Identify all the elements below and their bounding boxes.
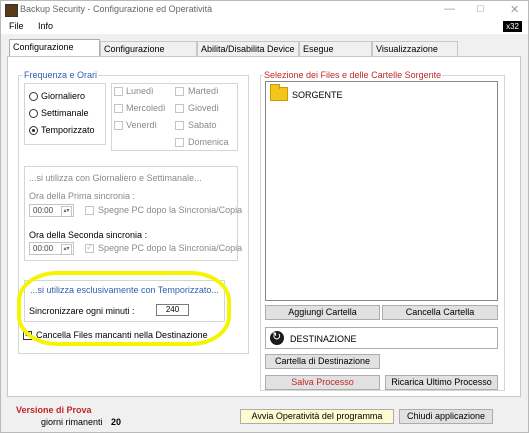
cancella-cartella-button[interactable]: Cancella Cartella [382,305,498,320]
aggiungi-cartella-button[interactable]: Aggiungi Cartella [265,305,380,320]
close-icon[interactable]: ✕ [510,3,519,16]
seconda-sincronia-label: Ora della Seconda sincronia : [29,230,148,240]
minimize-icon[interactable]: — [444,3,455,15]
sorgente-label: SORGENTE [292,90,343,100]
spinner-arrows-icon[interactable]: ▴▾ [61,244,72,255]
radio-settimanale[interactable] [29,109,38,118]
title-bar: Backup Security - Configurazione ed Oper… [1,1,528,19]
radio-temporizzato[interactable] [29,126,38,135]
frequenza-title: Frequenza e Orari [23,70,99,80]
tab-configurazione-copie[interactable]: Configurazione Copie [9,39,100,67]
cartella-destinazione-button[interactable]: Cartella di Destinazione [265,354,380,369]
destinazione-label: DESTINAZIONE [290,334,357,344]
tab-configurazione-devices[interactable]: Configurazione Devices [100,41,197,69]
checkbox-sabato[interactable] [175,121,184,130]
checkbox-martedi[interactable] [175,87,184,96]
menu-file[interactable]: File [9,21,24,31]
giorni-rimanenti-value: 20 [111,417,122,427]
avvia-operativita-button[interactable]: Avvia Operatività del programma [240,409,394,424]
app-window: Backup Security - Configurazione ed Oper… [0,0,529,433]
mercoledi-label: Mercoledì [126,103,166,113]
lunedi-label: Lunedì [126,86,154,96]
selezione-title: Selezione dei Files e delle Cartelle Sor… [263,70,443,80]
source-list[interactable]: SORGENTE [265,81,498,301]
list-item[interactable]: SORGENTE [266,82,497,106]
app-icon [5,4,18,17]
sincronia-title: ...si utilizza con Giornaliero e Settima… [28,173,203,183]
window-title: Backup Security - Configurazione ed Oper… [20,4,213,14]
checkbox-lunedi[interactable] [114,87,123,96]
ricarica-processo-button[interactable]: Ricarica Ultimo Processo [385,375,498,390]
sync-icon [270,330,284,345]
destinazione-box[interactable]: DESTINAZIONE [265,327,498,349]
checkbox-giovedi[interactable] [175,104,184,113]
seconda-spegne-label: Spegne PC dopo la Sincronia/Copia [98,243,243,253]
settimanale-label: Settimanale [41,108,89,118]
radio-giornaliero[interactable] [29,92,38,101]
temporizzato-label: Temporizzato [41,125,95,135]
prima-sincronia-label: Ora della Prima sincronia : [29,191,136,201]
giornaliero-label: Giornaliero [41,91,86,101]
arch-badge: x32 [503,21,522,32]
checkbox-domenica[interactable] [175,138,184,147]
giovedi-label: Giovedì [188,103,220,113]
sabato-label: Sabato [188,120,217,130]
prima-spegne-label: Spegne PC dopo la Sincronia/Copia [98,205,243,215]
salva-processo-button[interactable]: Salva Processo [265,375,380,390]
domenica-label: Domenica [188,137,229,147]
versione-label: Versione di Prova [16,405,92,415]
tab-visualizzazione-log[interactable]: Visualizzazione LOG [372,41,458,69]
martedi-label: Martedì [188,86,219,96]
menu-info[interactable]: Info [38,21,53,31]
checkbox-venerdi[interactable] [114,121,123,130]
checkbox-prima-spegne[interactable] [85,206,94,215]
tab-abilita-disabilita-device[interactable]: Abilita/Disabilita Device [197,41,299,56]
tab-esegue-processo[interactable]: Esegue Processo [299,41,372,69]
status-bar: Versione di Prova giorni rimanenti 20 Av… [1,399,528,432]
maximize-icon[interactable]: □ [477,3,484,15]
giorni-rimanenti-label: giorni rimanenti [41,417,103,427]
menu-bar: File Info [1,19,528,34]
spinner-arrows-icon[interactable]: ▴▾ [61,206,72,217]
seconda-sincronia-time[interactable]: 00:00 ▴▾ [29,242,74,255]
chiudi-applicazione-button[interactable]: Chiudi applicazione [399,409,493,424]
folder-icon [270,84,288,101]
prima-sincronia-time[interactable]: 00:00 ▴▾ [29,204,74,217]
venerdi-label: Venerdì [126,120,158,130]
checkbox-mercoledi[interactable] [114,104,123,113]
prima-sincronia-value: 00:00 [33,206,54,215]
checkbox-seconda-spegne[interactable]: ✓ [85,242,94,253]
highlight-annotation [17,271,231,346]
seconda-sincronia-value: 00:00 [33,244,54,253]
